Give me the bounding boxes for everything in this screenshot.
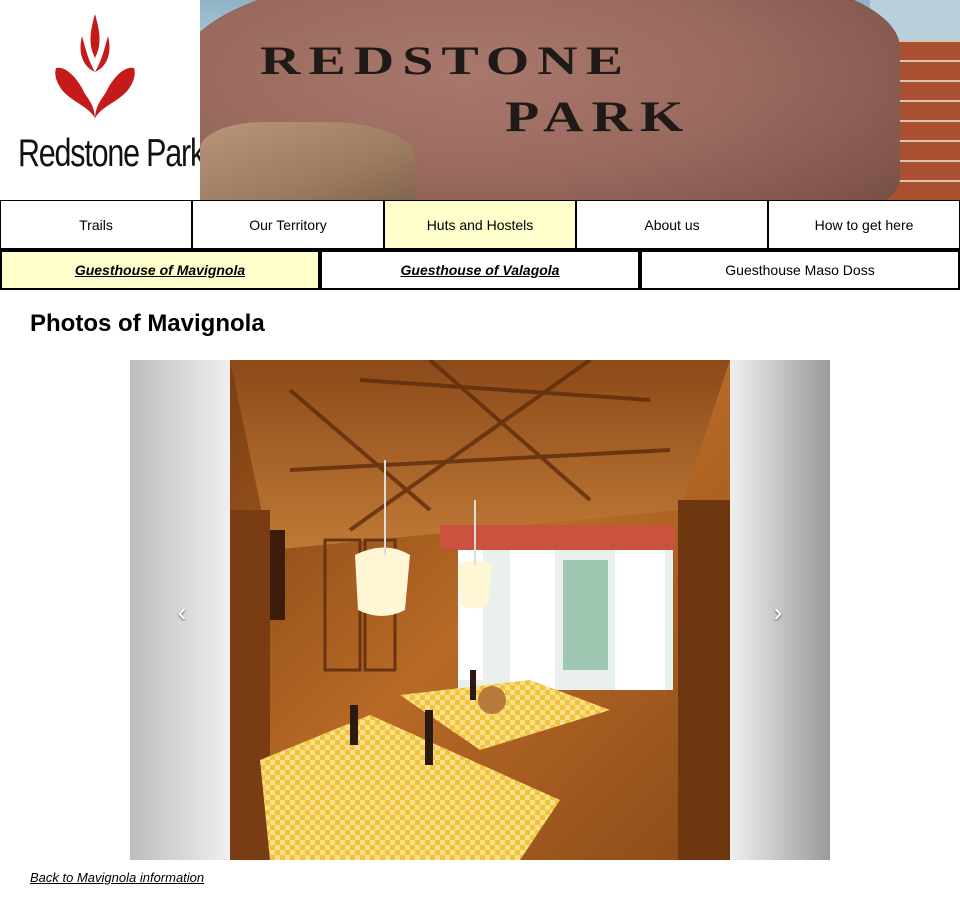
chevron-right-icon[interactable]: ›: [768, 599, 788, 625]
site-logo[interactable]: Redstone Park: [0, 0, 205, 200]
header-banner-image: REDSTONE PARK: [200, 0, 960, 200]
nav-item-trails[interactable]: Trails: [0, 200, 192, 250]
subnav-item-valagola[interactable]: Guesthouse of Valagola: [320, 250, 640, 290]
nav-item-how-to-get-here[interactable]: How to get here: [768, 200, 960, 250]
chevron-left-icon[interactable]: ‹: [172, 599, 192, 625]
subnav-item-maso-doss[interactable]: Guesthouse Maso Doss: [640, 250, 960, 290]
dining-room-photo: [230, 360, 730, 860]
banner-title-line1: REDSTONE: [260, 38, 632, 84]
sub-nav: Guesthouse of Mavignola Guesthouse of Va…: [0, 250, 960, 290]
nav-item-our-territory[interactable]: Our Territory: [192, 200, 384, 250]
subnav-item-mavignola[interactable]: Guesthouse of Mavignola: [0, 250, 320, 290]
back-to-mavignola-link[interactable]: Back to Mavignola information: [30, 870, 204, 885]
nav-item-huts-and-hostels[interactable]: Huts and Hostels: [384, 200, 576, 250]
site-header: Redstone Park REDSTONE PARK: [0, 0, 960, 200]
logo-text: Redstone Park: [18, 132, 205, 175]
banner-rock: [200, 122, 415, 200]
banner-title-line2: PARK: [505, 92, 692, 142]
main-nav: Trails Our Territory Huts and Hostels Ab…: [0, 200, 960, 250]
nav-item-about-us[interactable]: About us: [576, 200, 768, 250]
tulip-logo-icon: [55, 14, 135, 118]
page-title: Photos of Mavignola: [30, 310, 265, 337]
photo-carousel: ‹ ›: [130, 360, 830, 860]
